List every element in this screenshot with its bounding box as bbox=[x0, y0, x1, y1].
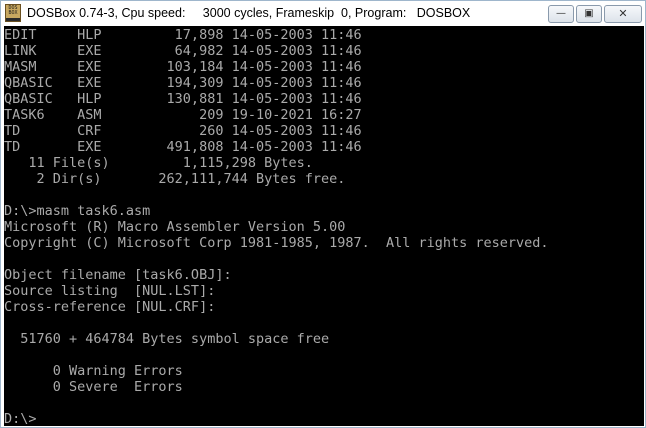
minimize-icon: — bbox=[556, 8, 566, 19]
console-line: 0 Warning Errors bbox=[4, 363, 183, 379]
dos-console[interactable]: EDIT HLP 17,898 14-05-2003 11:46 LINK EXE… bbox=[4, 26, 644, 426]
console-line: LINK EXE 64,982 14-05-2003 11:46 bbox=[4, 43, 362, 59]
minimize-button[interactable]: — bbox=[548, 5, 574, 23]
console-line: QBASIC EXE 194,309 14-05-2003 11:46 bbox=[4, 75, 362, 91]
maximize-button[interactable]: ▣ bbox=[576, 5, 602, 23]
close-icon: ✕ bbox=[618, 7, 628, 20]
maximize-icon: ▣ bbox=[584, 8, 594, 19]
console-line: 0 Severe Errors bbox=[4, 379, 183, 395]
console-line: Copyright (C) Microsoft Corp 1981-1985, … bbox=[4, 235, 549, 251]
console-line: MASM EXE 103,184 14-05-2003 11:46 bbox=[4, 59, 362, 75]
close-button[interactable]: ✕ bbox=[604, 5, 642, 23]
title-bar[interactable]: DOS BOX DOSBox 0.74-3, Cpu speed: 3000 c… bbox=[1, 1, 645, 26]
app-icon-label: DOS BOX bbox=[8, 5, 18, 16]
console-line: EDIT HLP 17,898 14-05-2003 11:46 bbox=[4, 27, 362, 43]
console-line: Microsoft (R) Macro Assembler Version 5.… bbox=[4, 219, 346, 235]
console-line: 11 File(s) 1,115,298 Bytes. bbox=[4, 155, 313, 171]
dosbox-app-icon[interactable]: DOS BOX bbox=[5, 4, 21, 22]
console-line: D:\>masm task6.asm bbox=[4, 203, 151, 219]
console-line: Source listing [NUL.LST]: bbox=[4, 283, 216, 299]
console-line: Cross-reference [NUL.CRF]: bbox=[4, 299, 216, 315]
console-line: TD EXE 491,808 14-05-2003 11:46 bbox=[4, 139, 362, 155]
dosbox-window: DOS BOX DOSBox 0.74-3, Cpu speed: 3000 c… bbox=[0, 0, 646, 428]
console-line: TD CRF 260 14-05-2003 11:46 bbox=[4, 123, 362, 139]
console-line: QBASIC HLP 130,881 14-05-2003 11:46 bbox=[4, 91, 362, 107]
console-line: D:\> bbox=[4, 411, 37, 426]
console-line: 51760 + 464784 Bytes symbol space free bbox=[4, 331, 330, 347]
console-line: TASK6 ASM 209 19-10-2021 16:27 bbox=[4, 107, 362, 123]
console-line: Object filename [task6.OBJ]: bbox=[4, 267, 232, 283]
window-title: DOSBox 0.74-3, Cpu speed: 3000 cycles, F… bbox=[27, 6, 471, 20]
console-line: 2 Dir(s) 262,111,744 Bytes free. bbox=[4, 171, 346, 187]
